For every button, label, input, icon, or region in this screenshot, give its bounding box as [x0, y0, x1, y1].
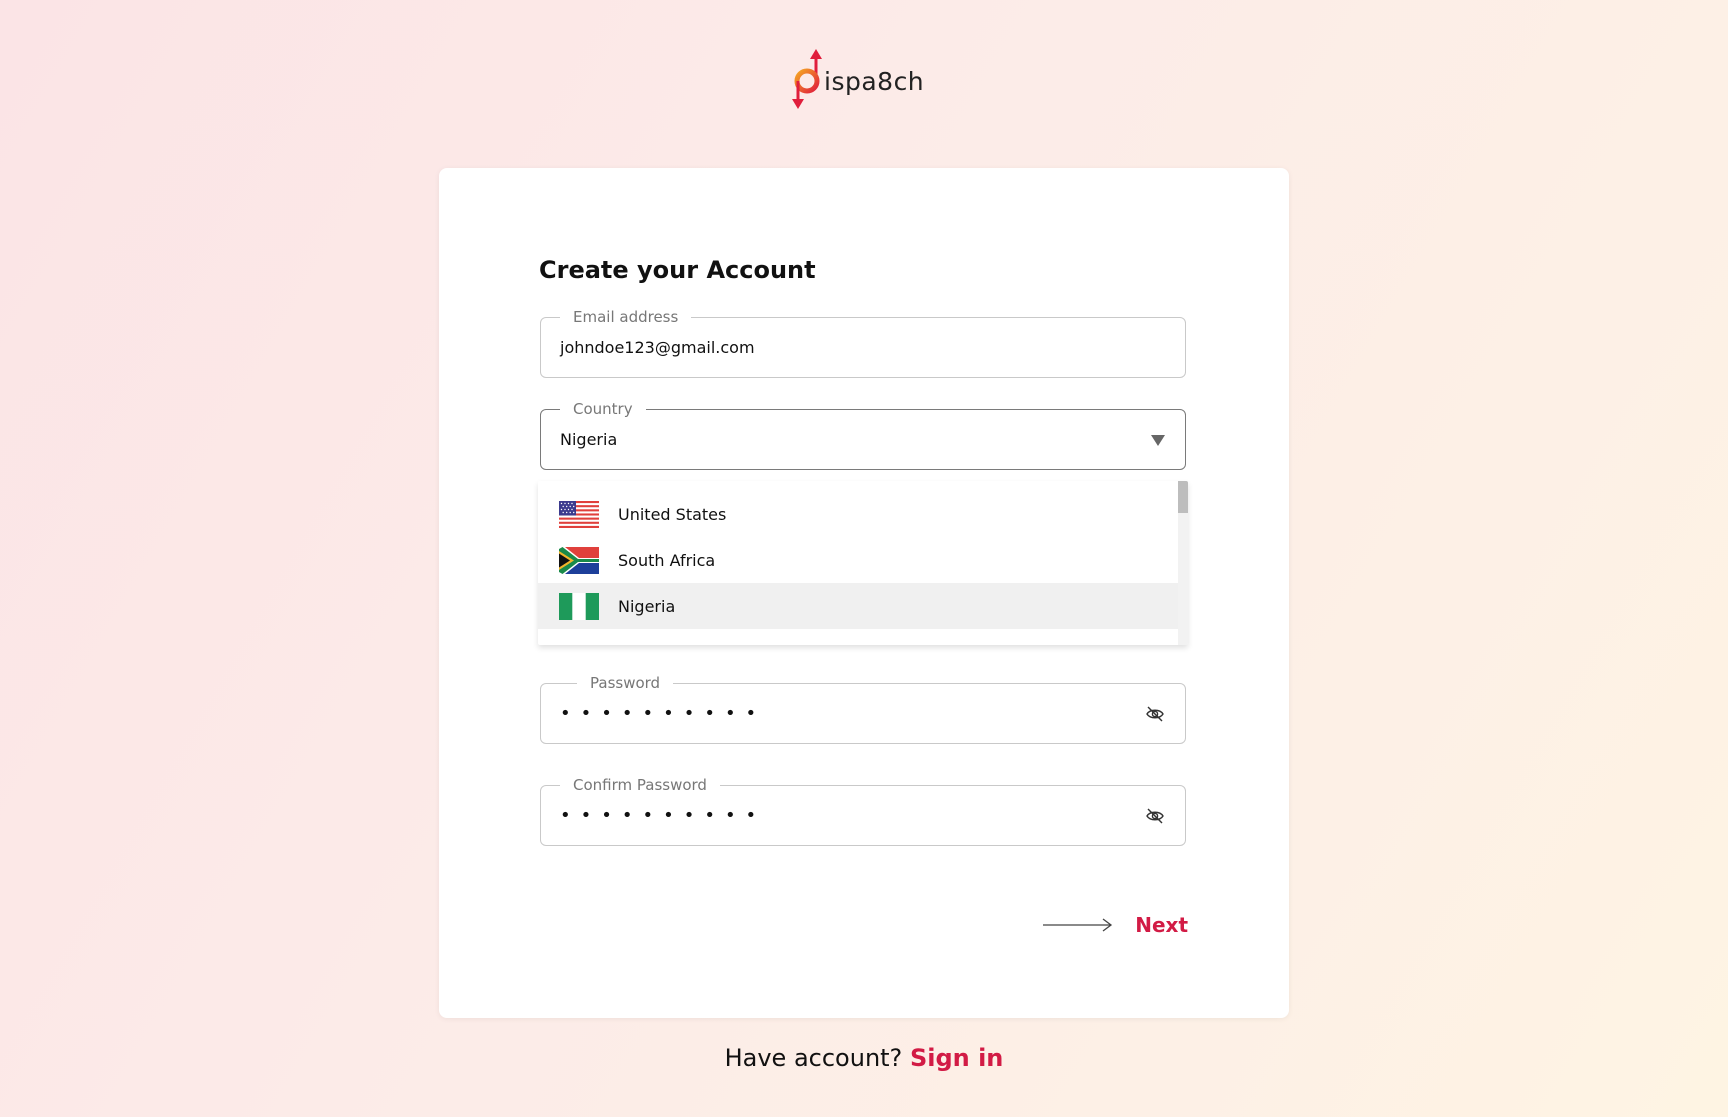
ng-flag-icon — [559, 592, 599, 620]
country-option-ng[interactable]: Nigeria — [538, 583, 1178, 629]
next-label: Next — [1135, 913, 1188, 937]
scrollbar-thumb[interactable] — [1178, 481, 1188, 513]
signup-card: Create your Account Email address johndo… — [439, 168, 1289, 1018]
password-field[interactable]: Password •••••••••• — [540, 673, 1186, 744]
country-option-label: Nigeria — [618, 596, 676, 616]
eye-off-icon[interactable] — [1145, 806, 1165, 826]
us-flag-icon — [559, 500, 599, 528]
country-value[interactable]: Nigeria — [560, 430, 617, 450]
caret-down-icon[interactable] — [1151, 435, 1165, 446]
next-button[interactable]: Next — [1043, 905, 1188, 945]
country-option-us[interactable]: United States — [538, 491, 1178, 537]
page-title: Create your Account — [539, 256, 816, 284]
password-label: Password — [577, 673, 674, 693]
country-select[interactable]: Country Nigeria — [540, 399, 1186, 470]
email-value[interactable]: johndoe123@gmail.com — [560, 338, 755, 358]
email-field[interactable]: Email address johndoe123@gmail.com — [540, 307, 1186, 378]
country-dropdown: United States South Africa Nigeria — [538, 481, 1188, 645]
confirm-password-label: Confirm Password — [560, 775, 720, 795]
country-option-label: South Africa — [618, 550, 716, 570]
have-account-text: Have account? — [724, 1044, 903, 1072]
signin-prompt: Have account? Sign in — [0, 1044, 1728, 1072]
arrow-right-icon — [1043, 918, 1113, 932]
brand-name: ispa8ch — [824, 66, 925, 96]
dropdown-scrollbar[interactable] — [1178, 481, 1188, 645]
signin-link[interactable]: Sign in — [910, 1044, 1003, 1072]
logo-mark-icon — [792, 49, 822, 109]
country-label: Country — [560, 399, 646, 419]
brand-logo: ispa8ch — [790, 44, 930, 114]
country-option-za[interactable]: South Africa — [538, 537, 1178, 583]
password-value[interactable]: •••••••••• — [560, 702, 766, 726]
confirm-password-field[interactable]: Confirm Password •••••••••• — [540, 775, 1186, 846]
eye-off-icon[interactable] — [1145, 704, 1165, 724]
confirm-password-value[interactable]: •••••••••• — [560, 804, 766, 828]
email-label: Email address — [560, 307, 692, 327]
country-option-label: United States — [618, 504, 727, 524]
za-flag-icon — [559, 546, 599, 574]
